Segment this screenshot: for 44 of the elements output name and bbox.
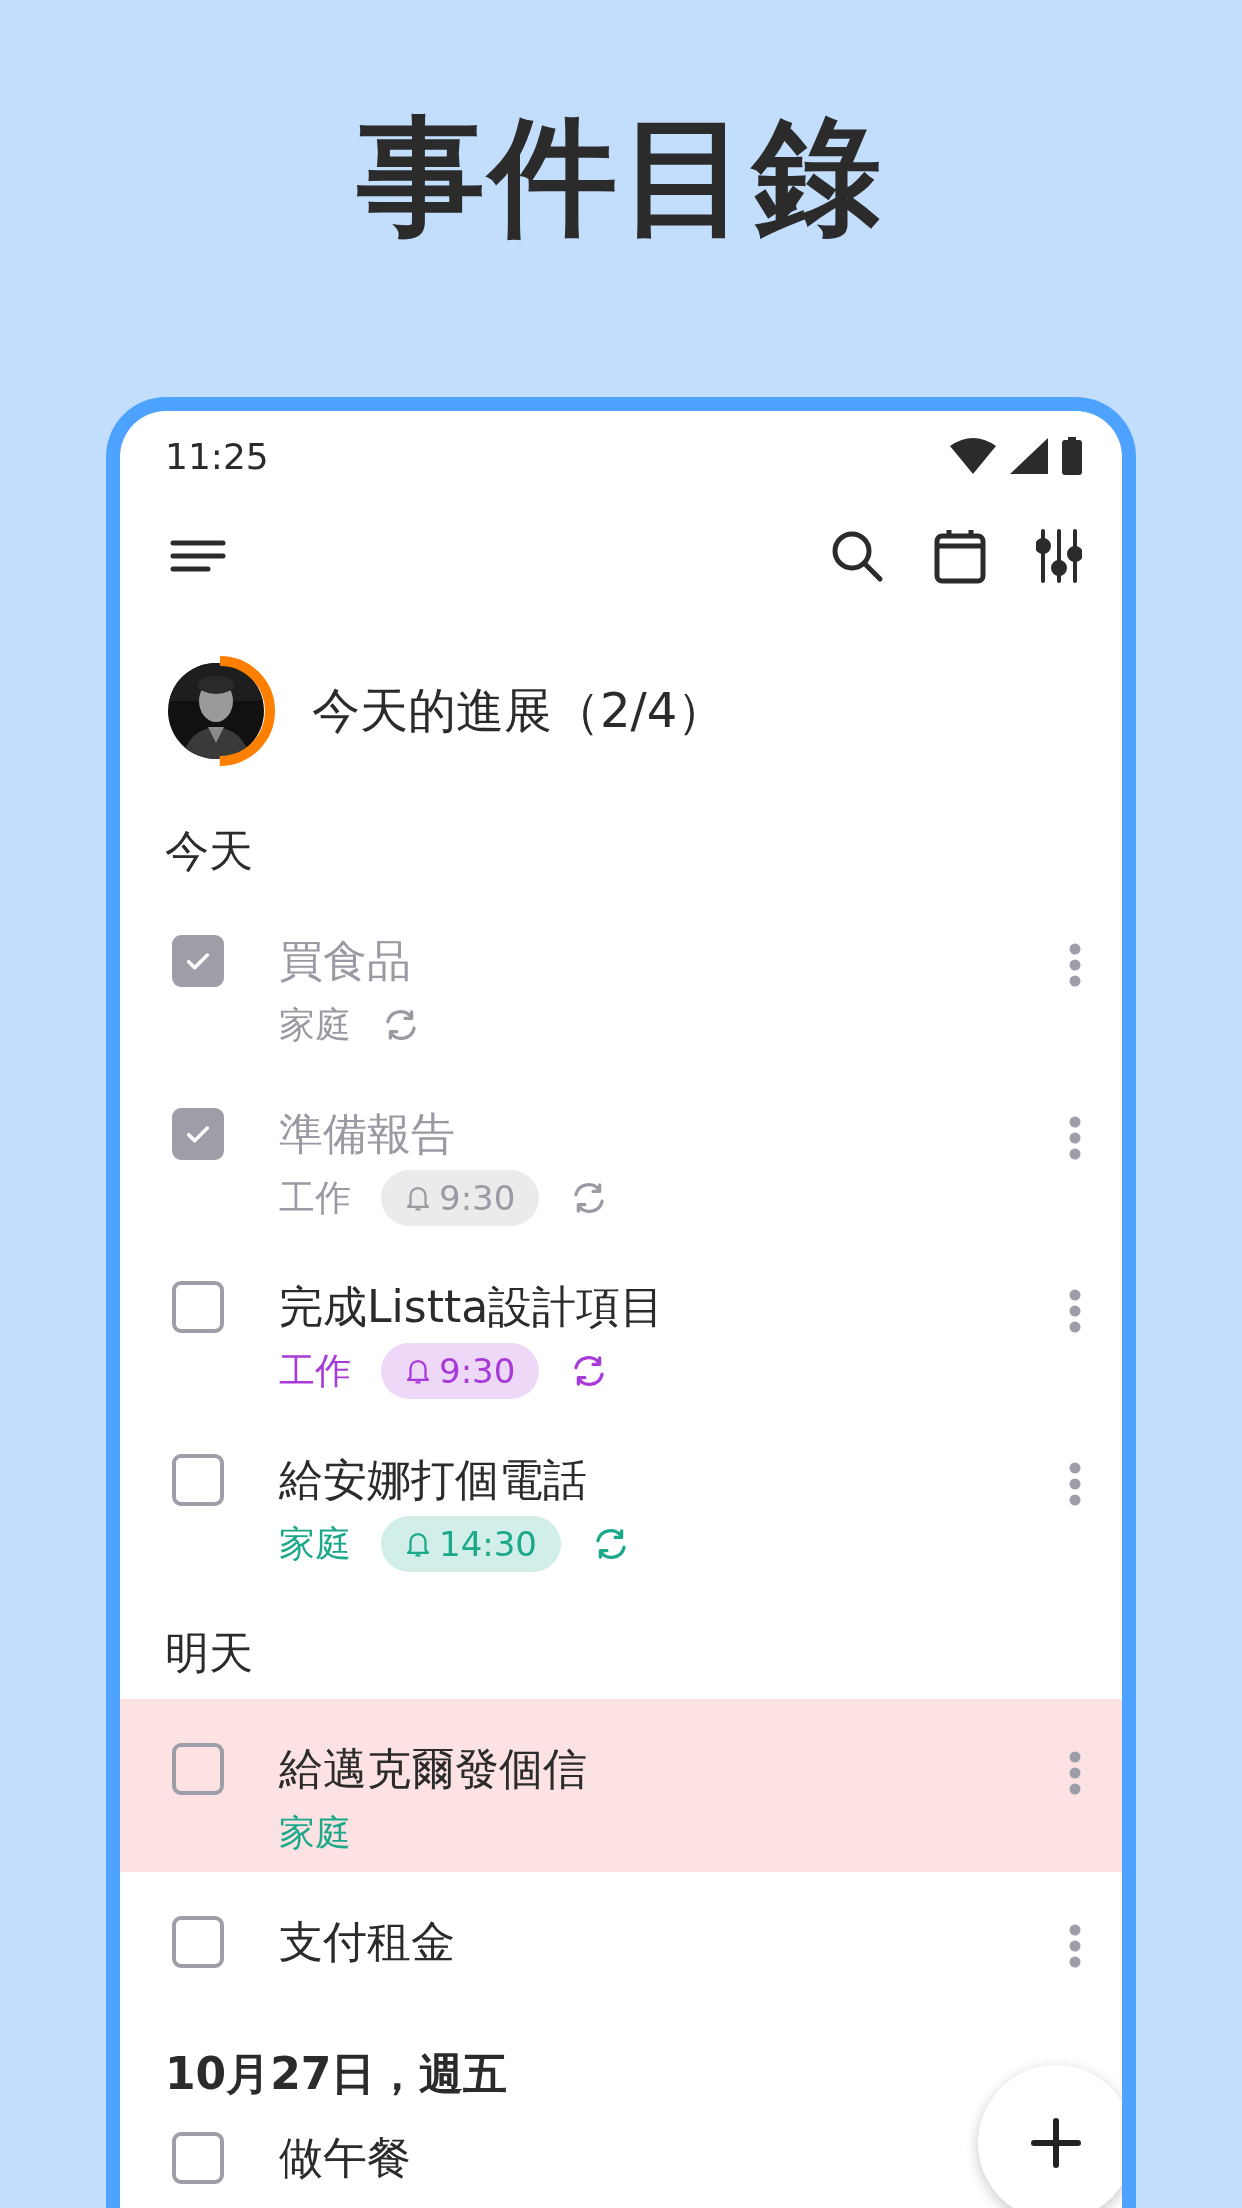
- reminder-chip: 9:30: [381, 1343, 540, 1399]
- task-title: 支付租金: [279, 1915, 455, 1969]
- more-icon[interactable]: [1068, 1924, 1082, 1968]
- sliders-icon[interactable]: [1036, 528, 1082, 584]
- calendar-icon[interactable]: [934, 528, 986, 584]
- more-icon[interactable]: [1068, 1116, 1082, 1160]
- task-title: 給邁克爾發個信: [279, 1742, 587, 1796]
- more-icon[interactable]: [1068, 1751, 1082, 1795]
- section-heading: 10月27日，週五: [164, 2047, 509, 2101]
- checkbox[interactable]: [172, 1454, 224, 1506]
- search-icon[interactable]: [830, 529, 884, 583]
- checkbox[interactable]: [172, 2132, 224, 2184]
- category-label: 家庭: [279, 1521, 351, 1566]
- highlighted-task-row[interactable]: 給邁克爾發個信 家庭: [120, 1699, 1122, 1872]
- checkbox[interactable]: [172, 1281, 224, 1333]
- task-title: 買食品: [279, 934, 411, 988]
- section-heading: 明天: [164, 1626, 254, 1680]
- add-button[interactable]: [978, 2065, 1122, 2208]
- battery-icon: [1062, 437, 1082, 475]
- reminder-chip: 9:30: [381, 1170, 540, 1226]
- checkbox[interactable]: [172, 1743, 224, 1795]
- signal-icon: [1010, 438, 1048, 474]
- task-title: 完成Listta設計項目: [279, 1280, 665, 1334]
- status-time: 11:25: [165, 435, 269, 477]
- reminder-chip: 14:30: [381, 1516, 561, 1572]
- checkbox[interactable]: [172, 1916, 224, 1968]
- task-title: 準備報告: [279, 1107, 455, 1161]
- task-title: 做午餐: [279, 2131, 411, 2185]
- page-headline: 事件目錄: [357, 101, 885, 253]
- category-label: 家庭: [279, 1810, 351, 1855]
- wifi-icon: [950, 438, 996, 474]
- progress-title: 今天的進展（2/4）: [312, 681, 726, 740]
- more-icon[interactable]: [1068, 1289, 1082, 1333]
- category-label: 工作: [279, 1348, 351, 1393]
- checkbox[interactable]: [172, 935, 224, 987]
- checkbox[interactable]: [172, 1108, 224, 1160]
- category-label: 工作: [279, 1175, 351, 1220]
- section-heading: 今天: [164, 824, 254, 878]
- task-title: 給安娜打個電話: [279, 1453, 587, 1507]
- plus-icon: [1031, 2118, 1081, 2168]
- menu-icon[interactable]: [170, 538, 226, 574]
- more-icon[interactable]: [1068, 943, 1082, 987]
- more-icon[interactable]: [1068, 1462, 1082, 1506]
- category-label: 家庭: [279, 1002, 351, 1047]
